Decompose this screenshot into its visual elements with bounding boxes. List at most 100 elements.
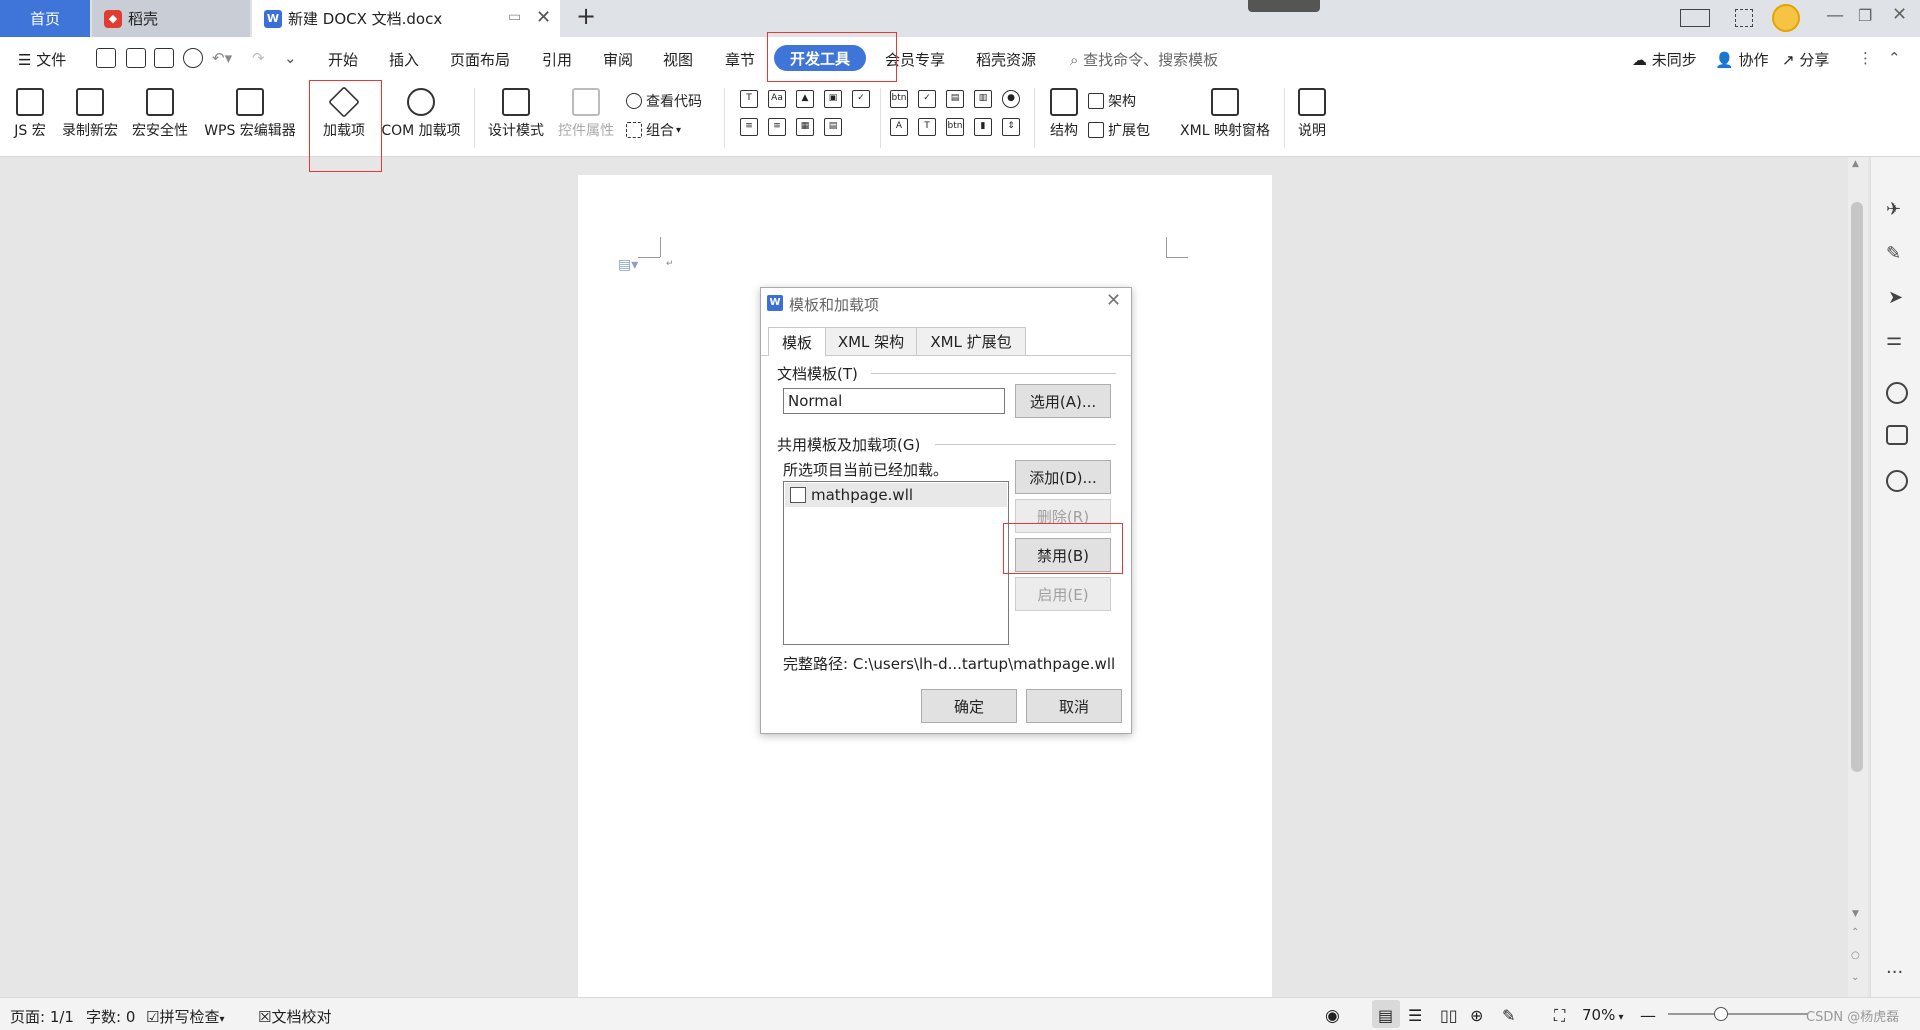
print-preview-icon[interactable]	[183, 48, 203, 68]
vertical-scrollbar[interactable]: ▲ ▼ ⌃ ○ ⌄	[1848, 157, 1868, 997]
pen-icon[interactable]: ✎	[1886, 243, 1901, 264]
help-circle-icon[interactable]	[1886, 382, 1908, 404]
export-pdf-icon[interactable]	[126, 48, 146, 68]
eye-protection-icon[interactable]: ◉	[1325, 1006, 1340, 1026]
combo-box-control-icon[interactable]: ≡	[740, 118, 758, 136]
print-icon[interactable]	[154, 48, 174, 68]
page-view-icon[interactable]: ▤	[1378, 1006, 1393, 1025]
wps-macro-editor-button[interactable]: WPS 宏编辑器	[198, 86, 302, 150]
group-button[interactable]: 组合 ▾	[626, 120, 681, 140]
file-menu[interactable]: ☰ 文件	[18, 49, 66, 70]
scrollbar-activex-icon[interactable]: ▮	[974, 118, 992, 136]
record-macro-button[interactable]: 录制新宏	[58, 86, 122, 150]
cursor-icon[interactable]: ➤	[1888, 287, 1903, 308]
scroll-down-icon[interactable]: ▼	[1852, 909, 1859, 919]
picture-control-icon[interactable]: ▲	[796, 90, 814, 108]
save-icon[interactable]	[96, 48, 116, 68]
doc-template-input[interactable]: Normal	[783, 388, 1005, 414]
radio-activex-icon[interactable]: ●	[1002, 90, 1020, 108]
tab-xml-expansion-pack[interactable]: XML 扩展包	[916, 327, 1026, 355]
backup-icon[interactable]	[1886, 470, 1908, 492]
sliders-icon[interactable]: ⚌	[1886, 329, 1902, 350]
menu-insert[interactable]: 插入	[389, 49, 419, 70]
menu-page-layout[interactable]: 页面布局	[450, 49, 510, 70]
fit-page-icon[interactable]: ⛶	[1554, 1006, 1565, 1026]
date-picker-control-icon[interactable]: ▦	[796, 118, 814, 136]
add-button[interactable]: 添加(D)...	[1015, 460, 1111, 494]
new-tab-button[interactable]: +	[576, 2, 596, 30]
pin-icon[interactable]: ▭	[508, 9, 521, 25]
ok-button[interactable]: 确定	[921, 689, 1017, 723]
checkbox-activex-icon[interactable]: ✓	[918, 90, 936, 108]
tab-home[interactable]: 首页	[0, 0, 90, 37]
undo-icon[interactable]: ↶▾	[212, 49, 232, 67]
more-options-icon[interactable]: ···	[1886, 962, 1903, 983]
spin-button-icon[interactable]: ⇕	[1002, 118, 1020, 136]
zoom-slider-handle[interactable]	[1714, 1007, 1728, 1021]
collapse-ribbon-icon[interactable]: ⌃	[1888, 49, 1901, 67]
building-block-icon[interactable]: ▣	[824, 90, 842, 108]
write-view-icon[interactable]: ✎	[1502, 1006, 1515, 1025]
menu-view[interactable]: 视图	[663, 49, 693, 70]
web-view-icon[interactable]: ⊕	[1470, 1006, 1483, 1025]
more-icon[interactable]: ⋮	[1858, 49, 1873, 67]
js-macro-button[interactable]: JS 宏	[10, 86, 50, 150]
help-button[interactable]: 说明	[1292, 86, 1332, 150]
doc-check-button[interactable]: ☒文档校对	[258, 1006, 331, 1027]
restore-icon[interactable]: ❐	[1858, 6, 1872, 25]
command-search[interactable]: ⌕ 查找命令、搜索模板	[1070, 49, 1218, 70]
share-button[interactable]: ↗ 分享	[1782, 49, 1829, 70]
paste-options-icon[interactable]: ▤▾	[618, 257, 638, 273]
outline-view-icon[interactable]: ☰	[1408, 1006, 1422, 1025]
label-activex-icon[interactable]: A	[890, 118, 908, 136]
combobox-activex-icon[interactable]: ▤	[946, 90, 964, 108]
close-window-icon[interactable]: ✕	[1892, 4, 1907, 25]
addin-checkbox[interactable]	[790, 487, 806, 503]
layout-icon[interactable]	[1680, 9, 1710, 27]
dialog-close-icon[interactable]: ✕	[1106, 290, 1121, 311]
zoom-slider-track[interactable]	[1668, 1013, 1808, 1015]
scroll-thumb[interactable]	[1851, 202, 1863, 772]
design-mode-button[interactable]: 设计模式	[484, 86, 548, 150]
redo-icon[interactable]: ↷	[252, 49, 265, 67]
cancel-button[interactable]: 取消	[1026, 689, 1122, 723]
apps-grid-icon[interactable]	[1735, 9, 1753, 27]
repeating-section-icon[interactable]: ▤	[824, 118, 842, 136]
com-addins-button[interactable]: COM 加载项	[376, 86, 466, 150]
dropdown-list-control-icon[interactable]: ≡	[768, 118, 786, 136]
zoom-level[interactable]: 70% ▾	[1582, 1006, 1624, 1024]
macro-security-button[interactable]: 宏安全性	[128, 86, 192, 150]
scroll-up-icon[interactable]: ▲	[1852, 159, 1859, 169]
rocket-icon[interactable]: ✈	[1886, 199, 1901, 220]
prev-page-icon[interactable]: ⌃	[1851, 927, 1859, 938]
tab-xml-schema[interactable]: XML 架构	[825, 327, 917, 355]
checkbox-control-icon[interactable]: ✓	[852, 90, 870, 108]
sync-button[interactable]: ☁ 未同步	[1632, 49, 1697, 70]
spell-check-button[interactable]: ☑拼写检查▾	[146, 1006, 225, 1027]
addins-listbox[interactable]: mathpage.wll	[783, 481, 1009, 645]
word-count[interactable]: 字数: 0	[86, 1006, 135, 1027]
view-code-button[interactable]: 查看代码	[626, 91, 702, 111]
close-tab-icon[interactable]: ✕	[536, 7, 551, 28]
page-indicator[interactable]: 页面: 1/1	[10, 1006, 74, 1027]
toggle-button-icon[interactable]: btn	[946, 118, 964, 136]
menu-references[interactable]: 引用	[542, 49, 572, 70]
select-browse-icon[interactable]: ○	[1851, 950, 1860, 961]
textbox-activex-icon[interactable]: T	[918, 118, 936, 136]
zoom-out-icon[interactable]: —	[1640, 1006, 1656, 1025]
tab-templates[interactable]: 模板	[768, 327, 826, 356]
tab-daoke[interactable]: ◆ 稻壳	[92, 0, 250, 37]
listbox-activex-icon[interactable]: ▥	[974, 90, 992, 108]
list-item[interactable]: mathpage.wll	[785, 483, 1007, 507]
menu-review[interactable]: 审阅	[603, 49, 633, 70]
text-control-icon[interactable]: T	[740, 90, 758, 108]
structure-button[interactable]: 结构	[1044, 86, 1084, 150]
tab-document[interactable]: W 新建 DOCX 文档.docx ▭ ✕	[252, 0, 560, 37]
select-template-button[interactable]: 选用(A)...	[1015, 384, 1111, 418]
expansion-pack-button[interactable]: 扩展包	[1088, 120, 1150, 140]
menu-section[interactable]: 章节	[725, 49, 755, 70]
avatar[interactable]	[1772, 4, 1800, 32]
reading-view-icon[interactable]: ▯▯	[1440, 1006, 1458, 1025]
customize-quick-access-icon[interactable]: ⌄	[284, 49, 297, 67]
schema-button[interactable]: 架构	[1088, 91, 1136, 111]
